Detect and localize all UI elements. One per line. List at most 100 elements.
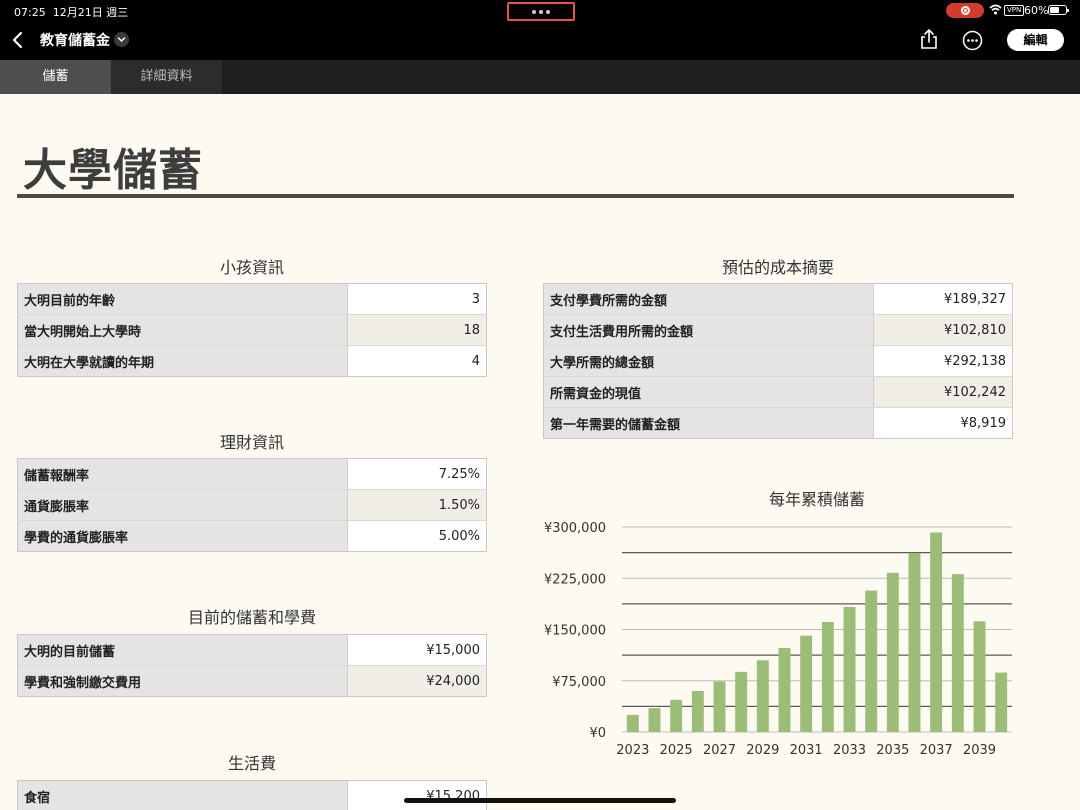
share-icon[interactable] (919, 28, 939, 50)
chevron-down-icon[interactable] (114, 32, 129, 47)
table-row[interactable]: 所需資金的現值 ¥102,242 (543, 376, 1013, 408)
row-label[interactable]: 大明的目前儲蓄 (17, 634, 349, 666)
table-row[interactable]: 第一年需要的儲蓄金額 ¥8,919 (543, 407, 1013, 439)
x-tick-label: 2025 (660, 743, 693, 758)
row-value[interactable]: ¥15,200 (347, 780, 487, 810)
bar-2032[interactable] (821, 621, 834, 732)
row-value[interactable]: 1.50% (347, 489, 487, 521)
row-value[interactable]: 5.00% (347, 520, 487, 552)
table-row[interactable]: 食宿 ¥15,200 (17, 780, 487, 810)
multitasking-handle[interactable] (507, 2, 575, 21)
battery-icon (1048, 5, 1069, 15)
bar-2029[interactable] (756, 660, 769, 732)
current-savings-heading: 目前的儲蓄和學費 (187, 608, 316, 627)
x-tick-label: 2033 (833, 743, 866, 758)
row-label[interactable]: 大學所需的總金額 (543, 345, 875, 377)
row-label[interactable]: 學費和強制繳交費用 (17, 665, 349, 697)
row-label[interactable]: 大明目前的年齡 (17, 283, 349, 315)
table-row[interactable]: 學費的通貨膨脹率 5.00% (17, 520, 487, 552)
back-chevron-icon[interactable] (8, 30, 28, 50)
living-expenses-table[interactable]: 食宿 ¥15,200 (17, 780, 487, 810)
child-info-table[interactable]: 大明目前的年齡 3 當大明開始上大學時 18 大明在大學就讀的年期 4 (17, 283, 487, 377)
bar-2026[interactable] (691, 691, 704, 732)
bar-2027[interactable] (713, 681, 726, 732)
row-label[interactable]: 通貨膨脹率 (17, 489, 349, 521)
x-tick-label: 2027 (703, 743, 736, 758)
row-value[interactable]: ¥189,327 (873, 283, 1013, 315)
table-row[interactable]: 大明目前的年齡 3 (17, 283, 487, 315)
row-value[interactable]: 4 (347, 345, 487, 377)
status-bar: 07:25 12月21日 週三 VPN 60% (0, 0, 1080, 22)
table-row[interactable]: 大明的目前儲蓄 ¥15,000 (17, 634, 487, 666)
toolbar: 教育儲蓄金 編輯 (0, 22, 1080, 60)
bar-2037[interactable] (930, 532, 943, 732)
battery-percent: 60% (1024, 4, 1049, 17)
table-row[interactable]: 當大明開始上大學時 18 (17, 314, 487, 346)
screen-recording-indicator[interactable] (946, 3, 984, 18)
y-tick-label: ¥225,000 (544, 572, 606, 587)
more-options-icon[interactable] (962, 30, 983, 51)
row-label[interactable]: 食宿 (17, 780, 349, 810)
x-tick-label: 2029 (746, 743, 779, 758)
row-value[interactable]: ¥15,000 (347, 634, 487, 666)
accumulated-savings-chart[interactable]: ¥0 ¥75,000 ¥150,000 ¥225,000 ¥300,000 2023 202… (530, 510, 1020, 765)
row-value[interactable]: 3 (347, 283, 487, 315)
bar-2028[interactable] (735, 671, 748, 732)
vpn-badge: VPN (1004, 5, 1025, 16)
home-indicator[interactable] (404, 798, 676, 803)
row-label[interactable]: 支付生活費用所需的金額 (543, 314, 875, 346)
row-label[interactable]: 當大明開始上大學時 (17, 314, 349, 346)
table-row[interactable]: 支付生活費用所需的金額 ¥102,810 (543, 314, 1013, 346)
row-value[interactable]: ¥24,000 (347, 665, 487, 697)
row-label[interactable]: 儲蓄報酬率 (17, 458, 349, 490)
bar-2031[interactable] (800, 635, 813, 732)
bar-2040[interactable] (995, 672, 1008, 732)
row-value[interactable]: 18 (347, 314, 487, 346)
row-value[interactable]: ¥102,242 (873, 376, 1013, 408)
tab-details[interactable]: 詳細資料 (111, 60, 222, 94)
bar-2035[interactable] (886, 572, 899, 732)
bar-2036[interactable] (908, 552, 921, 732)
child-info-heading: 小孩資訊 (219, 258, 284, 277)
row-value[interactable]: 7.25% (347, 458, 487, 490)
status-time: 07:25 12月21日 週三 (14, 6, 129, 19)
bar-2024[interactable] (648, 708, 661, 732)
row-label[interactable]: 第一年需要的儲蓄金額 (543, 407, 875, 439)
cost-summary-heading: 預估的成本摘要 (721, 258, 834, 277)
table-row[interactable]: 儲蓄報酬率 7.25% (17, 458, 487, 490)
x-tick-label: 2037 (920, 743, 953, 758)
table-row[interactable]: 學費和強制繳交費用 ¥24,000 (17, 665, 487, 697)
row-label[interactable]: 大明在大學就讀的年期 (17, 345, 349, 377)
row-value[interactable]: ¥292,138 (873, 345, 1013, 377)
row-value[interactable]: ¥8,919 (873, 407, 1013, 439)
sheet-tab-bar: 儲蓄 詳細資料 (0, 60, 1080, 94)
row-label[interactable]: 所需資金的現值 (543, 376, 875, 408)
table-row[interactable]: 支付學費所需的金額 ¥189,327 (543, 283, 1013, 315)
row-value[interactable]: ¥102,810 (873, 314, 1013, 346)
row-label[interactable]: 支付學費所需的金額 (543, 283, 875, 315)
x-tick-label: 2035 (876, 743, 909, 758)
bar-2023[interactable] (626, 714, 639, 732)
table-row[interactable]: 大明在大學就讀的年期 4 (17, 345, 487, 377)
table-row[interactable]: 大學所需的總金額 ¥292,138 (543, 345, 1013, 377)
x-tick-label: 2031 (790, 743, 823, 758)
row-label[interactable]: 學費的通貨膨脹率 (17, 520, 349, 552)
bar-2025[interactable] (670, 699, 683, 732)
chart-title: 每年累積儲蓄 (768, 490, 865, 509)
bar-2039[interactable] (973, 621, 986, 732)
cost-summary-table[interactable]: 支付學費所需的金額 ¥189,327 支付生活費用所需的金額 ¥102,810 大學… (543, 283, 1013, 439)
finance-info-heading: 理財資訊 (219, 433, 284, 452)
y-tick-label: ¥0 (589, 726, 606, 741)
bar-2033[interactable] (843, 606, 856, 732)
x-tick-label: 2023 (616, 743, 649, 758)
tab-savings[interactable]: 儲蓄 (0, 60, 111, 94)
table-row[interactable]: 通貨膨脹率 1.50% (17, 489, 487, 521)
document-title[interactable]: 教育儲蓄金 (40, 30, 110, 50)
current-savings-table[interactable]: 大明的目前儲蓄 ¥15,000 學費和強制繳交費用 ¥24,000 (17, 634, 487, 697)
finance-info-table[interactable]: 儲蓄報酬率 7.25% 通貨膨脹率 1.50% 學費的通貨膨脹率 5.00% (17, 458, 487, 552)
bar-2030[interactable] (778, 647, 791, 732)
bar-2038[interactable] (951, 574, 964, 732)
x-tick-label: 2039 (963, 743, 996, 758)
bar-2034[interactable] (865, 590, 878, 732)
edit-button[interactable]: 編輯 (1007, 29, 1064, 51)
